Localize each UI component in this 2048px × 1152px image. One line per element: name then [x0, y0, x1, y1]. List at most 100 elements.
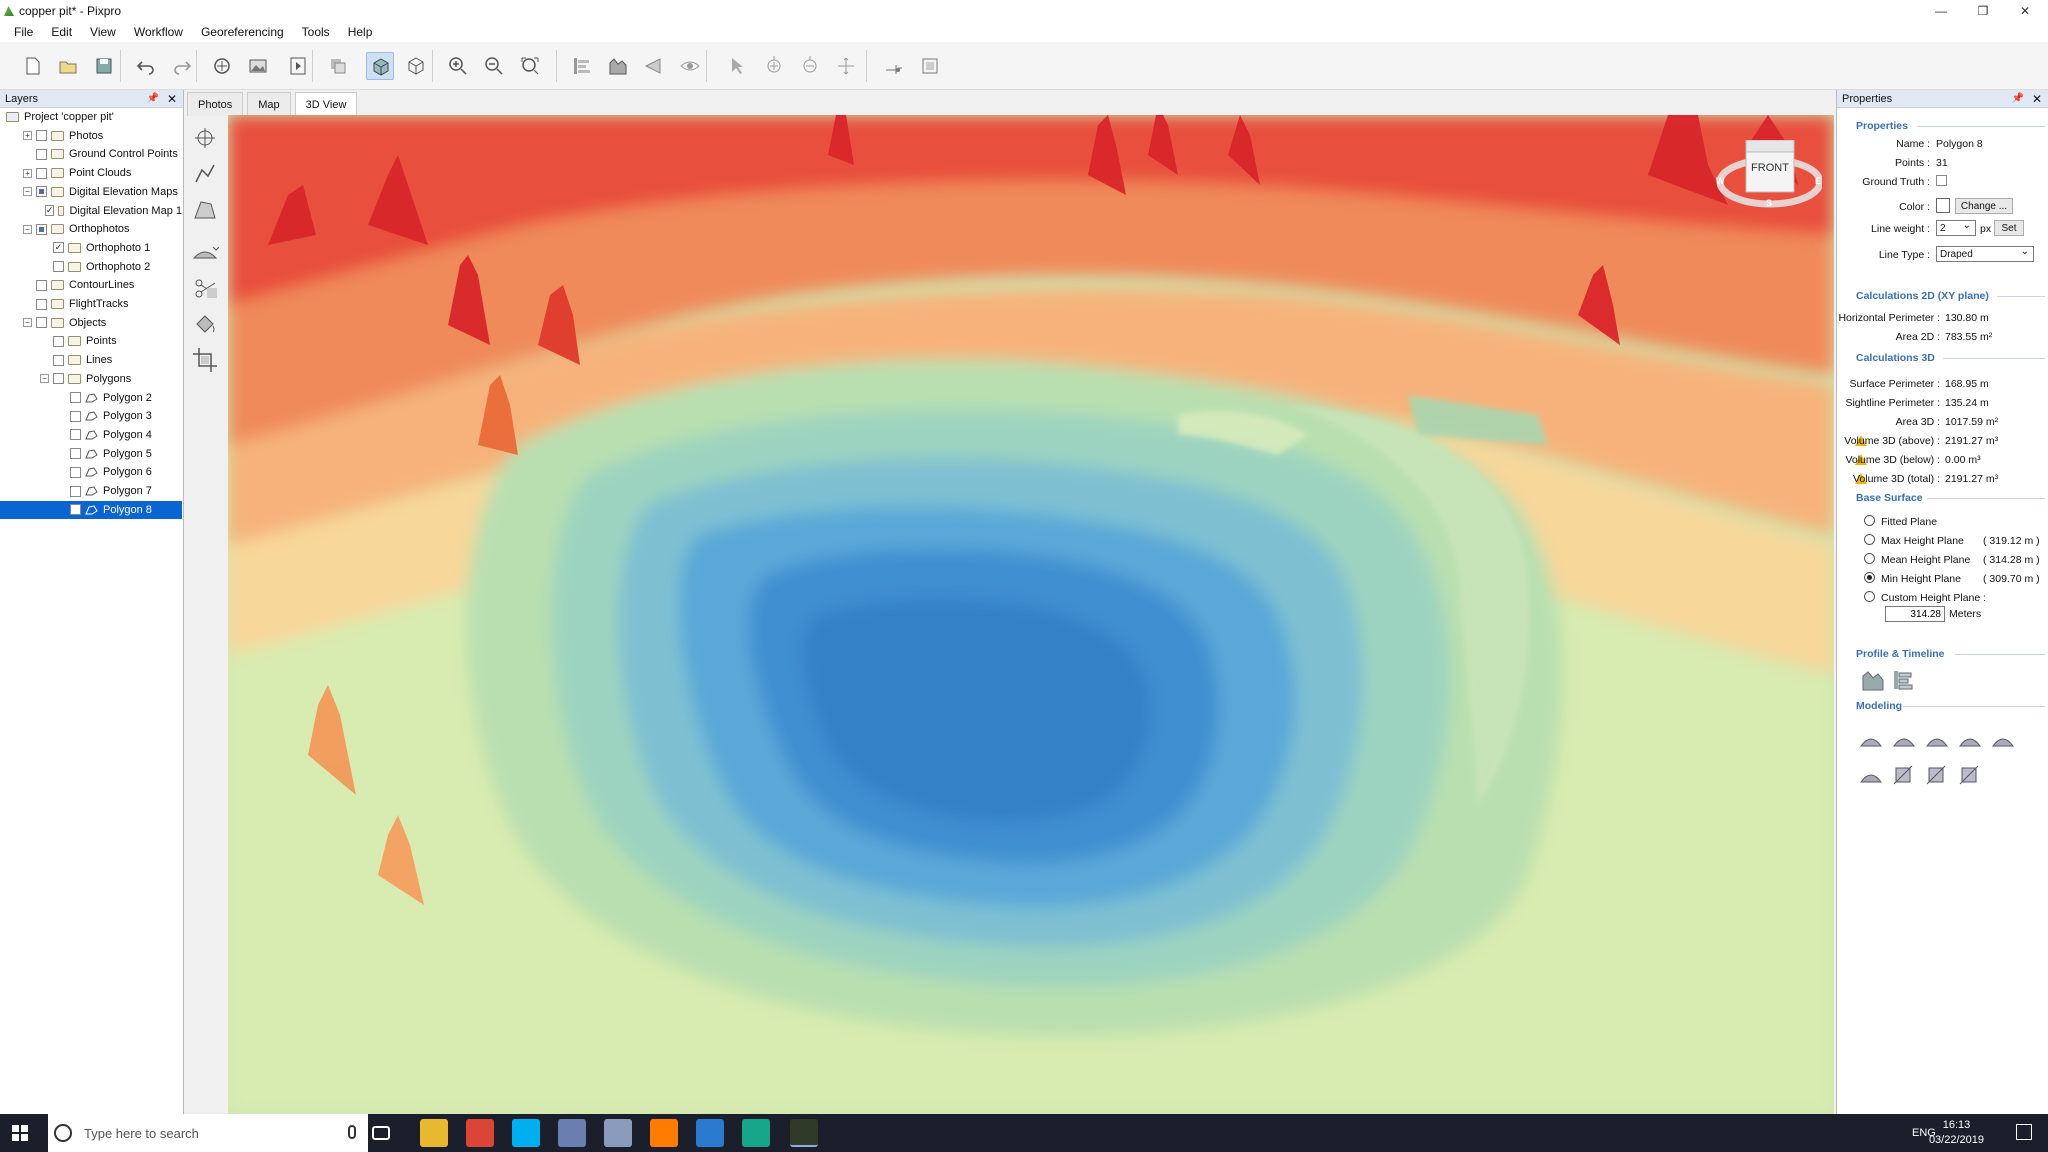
expand-toggle-icon[interactable]: − [40, 374, 49, 384]
fitted-plane-radio[interactable] [1864, 515, 1875, 526]
close-panel-icon[interactable]: ✕ [167, 92, 177, 106]
navigation-cube[interactable]: FRONT W E S [1712, 140, 1822, 210]
menu-file[interactable]: File [14, 25, 33, 39]
tab-3d-view[interactable]: 3D View [294, 92, 358, 116]
pin-panel-icon[interactable]: 📌 [147, 93, 159, 104]
mean-height-plane-radio[interactable] [1864, 553, 1875, 564]
layer-item[interactable]: Polygon 4 [0, 426, 182, 444]
layer-visibility-checkbox[interactable] [36, 317, 47, 329]
zoom-fit-icon[interactable] [516, 52, 544, 80]
undo-icon[interactable] [132, 52, 160, 80]
open-folder-icon[interactable] [54, 52, 82, 80]
microphone-icon[interactable] [348, 1125, 356, 1139]
layer-visibility-checkbox[interactable] [70, 466, 81, 478]
layer-item[interactable]: ✓ Orthophoto 1 [0, 239, 182, 257]
chrome-icon[interactable] [466, 1119, 494, 1147]
color-swatch[interactable] [1936, 198, 1950, 213]
illustrator-icon[interactable] [650, 1119, 678, 1147]
expand-toggle-icon[interactable]: + [23, 131, 32, 141]
measure-icon[interactable] [640, 52, 668, 80]
new-file-icon[interactable] [18, 52, 46, 80]
layer-item[interactable]: Polygon 3 [0, 407, 182, 425]
layer-item[interactable]: Polygon 5 [0, 445, 182, 463]
taskbar-search-box[interactable]: Type here to search [48, 1114, 368, 1152]
profile-chart-icon[interactable] [1861, 668, 1885, 692]
layer-item[interactable]: Polygon 6 [0, 463, 182, 481]
polyline-icon[interactable] [191, 160, 219, 188]
layer-visibility-checkbox[interactable] [36, 186, 47, 198]
maximize-button[interactable]: ❐ [1962, 0, 2004, 22]
layer-visibility-checkbox[interactable] [53, 261, 64, 273]
zoom-out-icon[interactable] [480, 52, 508, 80]
crop-icon[interactable] [1958, 764, 1982, 788]
layer-item[interactable]: + Point Clouds [0, 164, 182, 182]
app-icon-3[interactable] [696, 1119, 724, 1147]
layer-visibility-checkbox[interactable] [36, 223, 47, 235]
app-icon-1[interactable] [558, 1119, 586, 1147]
layer-visibility-checkbox[interactable]: ✓ [53, 242, 64, 254]
layer-item[interactable]: Orthophoto 2 [0, 258, 182, 276]
layer-visibility-checkbox[interactable] [70, 448, 81, 460]
minimize-button[interactable]: — [1920, 0, 1962, 22]
layer-visibility-checkbox[interactable] [53, 354, 64, 366]
expand-toggle-icon[interactable]: − [23, 318, 32, 328]
layer-visibility-checkbox[interactable] [36, 148, 47, 160]
set-line-weight-button[interactable]: Set [1994, 220, 2024, 236]
save-icon[interactable] [90, 52, 118, 80]
image-icon[interactable] [244, 52, 272, 80]
windows-start-icon[interactable] [12, 1125, 28, 1141]
line-type-select[interactable]: Draped [1936, 246, 2034, 262]
window-icon[interactable] [916, 52, 944, 80]
crop-tool-icon[interactable] [191, 346, 219, 374]
close-window-button[interactable]: ✕ [2004, 0, 2046, 22]
layer-visibility-checkbox[interactable] [70, 392, 81, 403]
expand-toggle-icon[interactable]: − [23, 187, 32, 197]
layer-item[interactable]: Lines [0, 351, 182, 369]
close-properties-icon[interactable]: ✕ [2032, 92, 2042, 106]
custom-height-input[interactable] [1885, 606, 1945, 622]
app-icon-2[interactable] [604, 1119, 632, 1147]
layer-visibility-checkbox[interactable] [36, 167, 47, 179]
add-gcp-icon[interactable] [208, 52, 236, 80]
layer-visibility-checkbox[interactable] [70, 429, 81, 441]
3d-cube-outline-icon[interactable] [402, 52, 430, 80]
layer-item[interactable]: − Orthophotos [0, 220, 182, 238]
surface-mesh-icon[interactable] [1859, 764, 1883, 788]
redo-icon[interactable] [168, 52, 196, 80]
tab-photos[interactable]: Photos [187, 92, 244, 116]
pin-properties-icon[interactable]: 📌 [2012, 93, 2024, 104]
timeline-icon[interactable] [568, 52, 596, 80]
layer-visibility-checkbox[interactable] [36, 298, 47, 310]
elevation-terrain[interactable] [228, 115, 1834, 1114]
layer-item[interactable]: Ground Control Points [0, 145, 182, 163]
max-height-plane-radio[interactable] [1864, 534, 1875, 545]
add-point-icon[interactable] [760, 52, 788, 80]
layer-item[interactable]: Polygon 2 [0, 389, 182, 407]
file-explorer-icon[interactable] [420, 1119, 448, 1147]
select-point-icon[interactable] [724, 52, 752, 80]
pixpro-icon[interactable] [790, 1119, 818, 1147]
line-weight-select[interactable]: 2 [1936, 220, 1976, 236]
layer-item[interactable]: Polygon 8 [0, 500, 182, 519]
layer-visibility-checkbox[interactable] [36, 279, 47, 291]
3d-viewport[interactable]: FRONT W E S [228, 115, 1834, 1114]
surface-flat-icon[interactable] [1991, 728, 2015, 752]
surface-dome-icon[interactable] [1892, 728, 1916, 752]
app-icon-4[interactable] [742, 1119, 770, 1147]
layer-item[interactable]: Points [0, 332, 182, 350]
layer-visibility-checkbox[interactable] [70, 410, 81, 422]
custom-height-plane-radio[interactable] [1864, 591, 1875, 602]
ground-truth-checkbox[interactable] [1936, 175, 1947, 186]
menu-tools[interactable]: Tools [302, 25, 330, 39]
expand-toggle-icon[interactable]: − [23, 224, 32, 234]
fill-icon[interactable] [1925, 764, 1949, 788]
timeline-icon[interactable] [1891, 668, 1915, 692]
layer-item[interactable]: − Digital Elevation Maps [0, 183, 182, 201]
change-color-button[interactable]: Change ... [1955, 198, 2013, 214]
3d-cube-filled-icon[interactable] [366, 52, 394, 80]
min-height-plane-radio[interactable] [1864, 572, 1875, 583]
profile-icon[interactable] [604, 52, 632, 80]
nav-cube-face-label[interactable]: FRONT [1746, 162, 1794, 174]
layer-visibility-checkbox[interactable] [53, 373, 64, 385]
target-icon[interactable] [191, 124, 219, 152]
